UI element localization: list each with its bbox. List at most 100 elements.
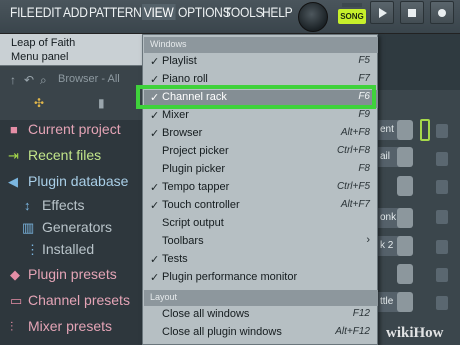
menu-item-close-all-plugin-windows[interactable]: Close all plugin windows Alt+F12 [144, 325, 378, 343]
menu-item-close-all-windows[interactable]: Close all windows F12 [144, 307, 378, 325]
shortcut-label: F7 [358, 73, 370, 84]
checkmark-icon: ✓ [150, 254, 160, 266]
menu-options[interactable]: OPTIONS [178, 4, 231, 20]
menu-item-label: Tests [162, 253, 188, 265]
section-header-windows: Windows [144, 37, 378, 53]
menu-view[interactable]: VIEW [142, 4, 176, 20]
watermark: wikiHow [386, 325, 444, 341]
menu-edit[interactable]: EDIT [35, 4, 62, 20]
checkmark-icon: ✓ [150, 182, 160, 194]
menu-item-label: Project picker [162, 145, 229, 157]
channel-button[interactable] [397, 208, 413, 228]
project-icon: ■ [10, 122, 18, 137]
step-button[interactable] [436, 268, 448, 282]
menu-item-plugin-picker[interactable]: Plugin picker F8 [144, 162, 378, 180]
stop-button[interactable] [400, 1, 424, 24]
search-icon[interactable]: ⌕ [40, 73, 47, 88]
master-volume-knob[interactable] [298, 2, 328, 32]
channel-button[interactable] [397, 264, 413, 284]
menu-help[interactable]: HELP [262, 4, 293, 20]
menu-item-label: Piano roll [162, 73, 208, 85]
menu-item-label: Tempo tapper [162, 181, 230, 193]
chevron-right-icon: › [366, 234, 370, 246]
step-button[interactable] [436, 124, 448, 138]
channel-button[interactable] [397, 120, 413, 140]
stop-icon [408, 9, 416, 17]
highlight-box [136, 85, 376, 109]
menu-item-tempo-tapper[interactable]: ✓ Tempo tapper Ctrl+F5 [144, 180, 378, 198]
menu-item-touch-controller[interactable]: ✓ Touch controller Alt+F7 [144, 198, 378, 216]
tree-item-current-project[interactable]: Current project [28, 121, 121, 137]
channel-button[interactable] [397, 236, 413, 256]
tree-item-installed[interactable]: Installed [42, 241, 94, 257]
menu-item-mixer[interactable]: ✓ Mixer F9 [144, 108, 378, 126]
tree-item-plugin-presets[interactable]: Plugin presets [28, 266, 117, 282]
tree-item-generators[interactable]: Generators [42, 219, 112, 235]
record-button[interactable] [430, 1, 454, 24]
shortcut-label: F5 [358, 55, 370, 66]
channel-button[interactable] [397, 147, 413, 167]
shortcut-label: F8 [358, 163, 370, 174]
section-label: Windows [150, 39, 187, 49]
menu-item-project-picker[interactable]: Project picker Ctrl+F8 [144, 144, 378, 162]
checkmark-icon: ✓ [150, 128, 160, 140]
speaker-icon: ◀ [8, 174, 18, 189]
section-label: Layout [150, 292, 178, 302]
song-mode-button[interactable]: SONG [338, 9, 366, 24]
pattern-mode-indicator [342, 3, 362, 7]
file-icon[interactable]: ▮ [98, 96, 105, 110]
menu-item-script-output[interactable]: Script output [144, 216, 378, 234]
tree-item-mixer-presets[interactable]: Mixer presets [28, 318, 112, 334]
menu-item-browser[interactable]: ✓ Browser Alt+F8 [144, 126, 378, 144]
browser-filter-label[interactable]: Browser - All [58, 73, 120, 85]
checkmark-icon: ✓ [150, 200, 160, 212]
tree-item-plugin-database[interactable]: Plugin database [28, 173, 128, 189]
menu-item-label: Browser [162, 127, 203, 139]
hint-title: Leap of Faith [11, 37, 76, 49]
menu-item-tests[interactable]: ✓ Tests [144, 252, 378, 270]
shortcut-label: Ctrl+F5 [336, 181, 370, 192]
menu-item-label: Close all windows [162, 308, 250, 320]
step-button[interactable] [436, 210, 448, 224]
plugin-presets-icon: ◆ [10, 267, 20, 282]
menu-item-plugin-performance-monitor[interactable]: ✓ Plugin performance monitor [144, 270, 378, 288]
step-button[interactable] [436, 296, 448, 310]
shortcut-label: Alt+F7 [340, 199, 370, 210]
step-button[interactable] [436, 180, 448, 194]
menu-tools[interactable]: TOOLS [224, 4, 264, 20]
menu-item-toolbars[interactable]: Toolbars › [144, 234, 378, 252]
menu-item-label: Mixer [162, 109, 189, 121]
checkmark-icon: ✓ [150, 56, 160, 68]
view-menu-dropdown: Windows ✓ Playlist F5 ✓ Piano roll F7 ✓ … [142, 34, 378, 345]
menu-item-label: Plugin performance monitor [162, 271, 298, 283]
menu-file[interactable]: FILE [10, 4, 35, 20]
channel-select-led[interactable] [420, 119, 430, 141]
waveform-icon[interactable]: ✣ [34, 96, 44, 110]
effects-icon: ↕ [24, 198, 31, 213]
play-button[interactable] [370, 1, 394, 24]
installed-icon: ⋮ [26, 242, 39, 257]
step-button[interactable] [436, 240, 448, 254]
menu-patterns[interactable]: PATTERNS [89, 4, 150, 20]
shortcut-label: Ctrl+F8 [336, 145, 370, 156]
play-icon [379, 8, 387, 18]
channel-button[interactable] [397, 292, 413, 312]
menu-item-label: Toolbars [162, 235, 204, 247]
step-button[interactable] [436, 152, 448, 166]
channel-button[interactable] [397, 176, 413, 196]
tree-item-recent-files[interactable]: Recent files [28, 147, 101, 163]
tree-item-channel-presets[interactable]: Channel presets [28, 292, 130, 308]
checkmark-icon: ✓ [150, 272, 160, 284]
record-icon [438, 9, 446, 17]
generators-icon: ▥ [22, 220, 35, 235]
recent-files-icon: ⇥ [8, 148, 19, 163]
tree-item-effects[interactable]: Effects [42, 197, 85, 213]
menu-item-playlist[interactable]: ✓ Playlist F5 [144, 54, 378, 72]
section-header-layout: Layout [144, 290, 378, 306]
undo-icon[interactable]: ↶ [24, 73, 34, 87]
mixer-presets-icon: ⫶ [10, 319, 14, 334]
menu-item-label: Touch controller [162, 199, 240, 211]
arrow-up-icon[interactable]: ↑ [10, 73, 16, 87]
shortcut-label: F9 [358, 109, 370, 120]
menu-add[interactable]: ADD [63, 4, 88, 20]
